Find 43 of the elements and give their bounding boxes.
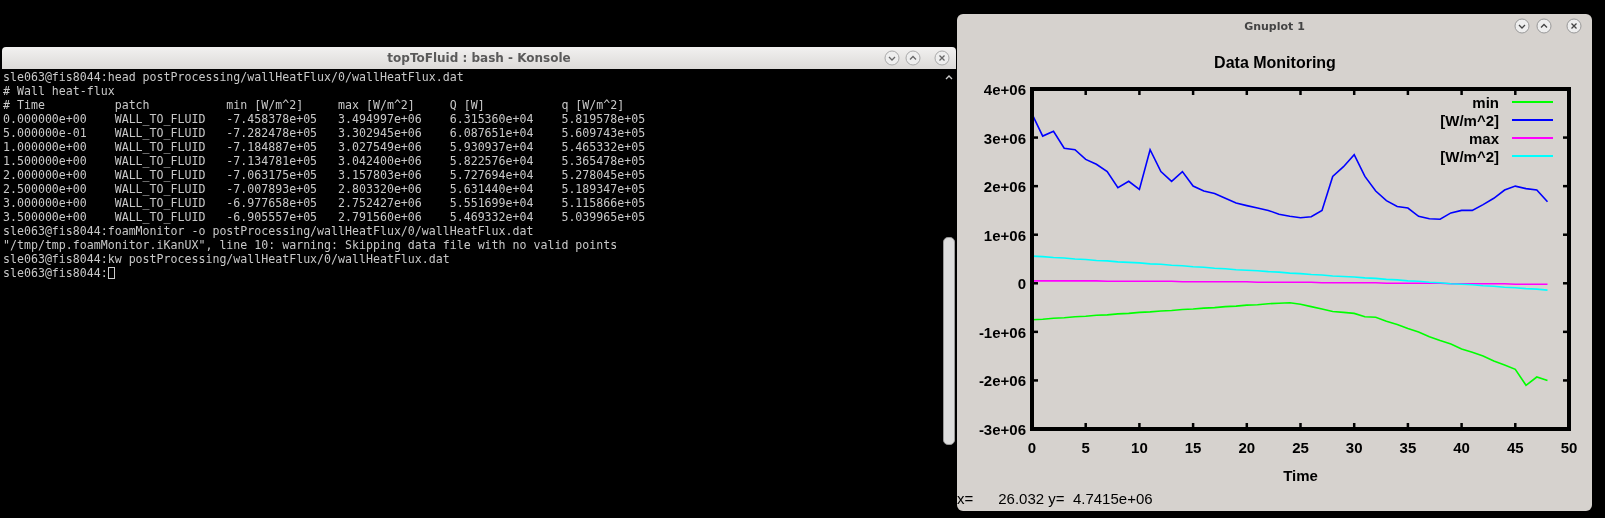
y-tick-label: 0	[1017, 275, 1026, 293]
x-tick-label: 25	[1292, 439, 1309, 456]
legend-label: [W/m^2]	[1440, 148, 1499, 165]
x-tick-label: 0	[1027, 439, 1037, 456]
y-tick-label: 2e+06	[983, 178, 1026, 196]
x-tick-label: 35	[1399, 439, 1417, 456]
terminal-line: sle063@fis8044:head postProcessing/wallHeatFlux/0/wallHeatFlux.dat	[3, 70, 464, 84]
cursor-coordinates: x= 26.032 y= 4.7415e+06	[957, 490, 1154, 508]
terminal-line: "/tmp/tmp.foamMonitor.iKanUX", line 10: warning: Skipping data file with no valid points	[3, 238, 618, 252]
legend-label: [W/m^2]	[1440, 112, 1499, 129]
terminal-line: 3.000000e+00 WALL_TO_FLUID -6.977658e+05 2.752427e+06 5.551699e+04 5.115866e+05	[3, 196, 646, 210]
terminal-line: # Time patch min [W/m^2] max [W/m^2] Q [W] q [W/m^2]	[3, 98, 625, 112]
x-tick-label: 15	[1184, 439, 1202, 456]
y-tick-label: 4e+06	[983, 81, 1026, 98]
x-tick-label: 20	[1238, 439, 1256, 456]
legend-label: max	[1468, 130, 1499, 147]
terminal-line: 2.000000e+00 WALL_TO_FLUID -7.063175e+05 3.157803e+06 5.727694e+04 5.278045e+05	[3, 168, 646, 182]
x-tick-label: 45	[1506, 439, 1524, 456]
terminal-line: 2.500000e+00 WALL_TO_FLUID -7.007893e+05 2.803320e+06 5.631440e+04 5.189347e+05	[3, 182, 646, 196]
y-tick-label: -1e+06	[978, 323, 1026, 341]
terminal-line: 0.000000e+00 WALL_TO_FLUID -7.458378e+05 3.494997e+06 6.315360e+04 5.819578e+05	[3, 112, 646, 126]
terminal-line: sle063@fis8044:kw postProcessing/wallHeatFlux/0/wallHeatFlux.dat	[3, 252, 450, 266]
window-title: Gnuplot 1	[1244, 19, 1305, 33]
window-title: topToFluid : bash - Konsole	[387, 51, 571, 65]
terminal-line: 1.000000e+00 WALL_TO_FLUID -7.184887e+05 3.027549e+06 5.930937e+04 5.465332e+05	[3, 140, 646, 154]
x-tick-label: 5	[1081, 439, 1090, 456]
terminal-line: # Wall heat-flux	[3, 84, 115, 98]
chart-title: Data Monitoring	[1214, 54, 1336, 71]
y-tick-label: -3e+06	[978, 421, 1026, 438]
x-tick-label: 40	[1453, 439, 1470, 456]
y-tick-label: 3e+06	[983, 129, 1026, 147]
x-tick-label: 10	[1131, 439, 1148, 456]
terminal-line: 5.000000e-01 WALL_TO_FLUID -7.282478e+05 3.302945e+06 6.087651e+04 5.609743e+05	[3, 126, 646, 140]
terminal-line: sle063@fis8044:foamMonitor -o postProcessing/wallHeatFlux/0/wallHeatFlux.dat	[3, 224, 534, 238]
x-tick-label: 30	[1345, 439, 1363, 456]
x-axis-label: Time	[1283, 467, 1318, 484]
legend-label: min	[1472, 94, 1499, 111]
x-tick-label: 50	[1560, 439, 1578, 456]
y-tick-label: 1e+06	[983, 226, 1026, 244]
y-tick-label: -2e+06	[978, 372, 1026, 390]
terminal-line: 1.500000e+00 WALL_TO_FLUID -7.134781e+05 3.042400e+06 5.822576e+04 5.365478e+05	[3, 154, 646, 168]
terminal-line: 3.500000e+00 WALL_TO_FLUID -6.905557e+05 2.791560e+06 5.469332e+04 5.039965e+05	[3, 210, 646, 224]
terminal-line: sle063@fis8044:	[3, 266, 108, 280]
